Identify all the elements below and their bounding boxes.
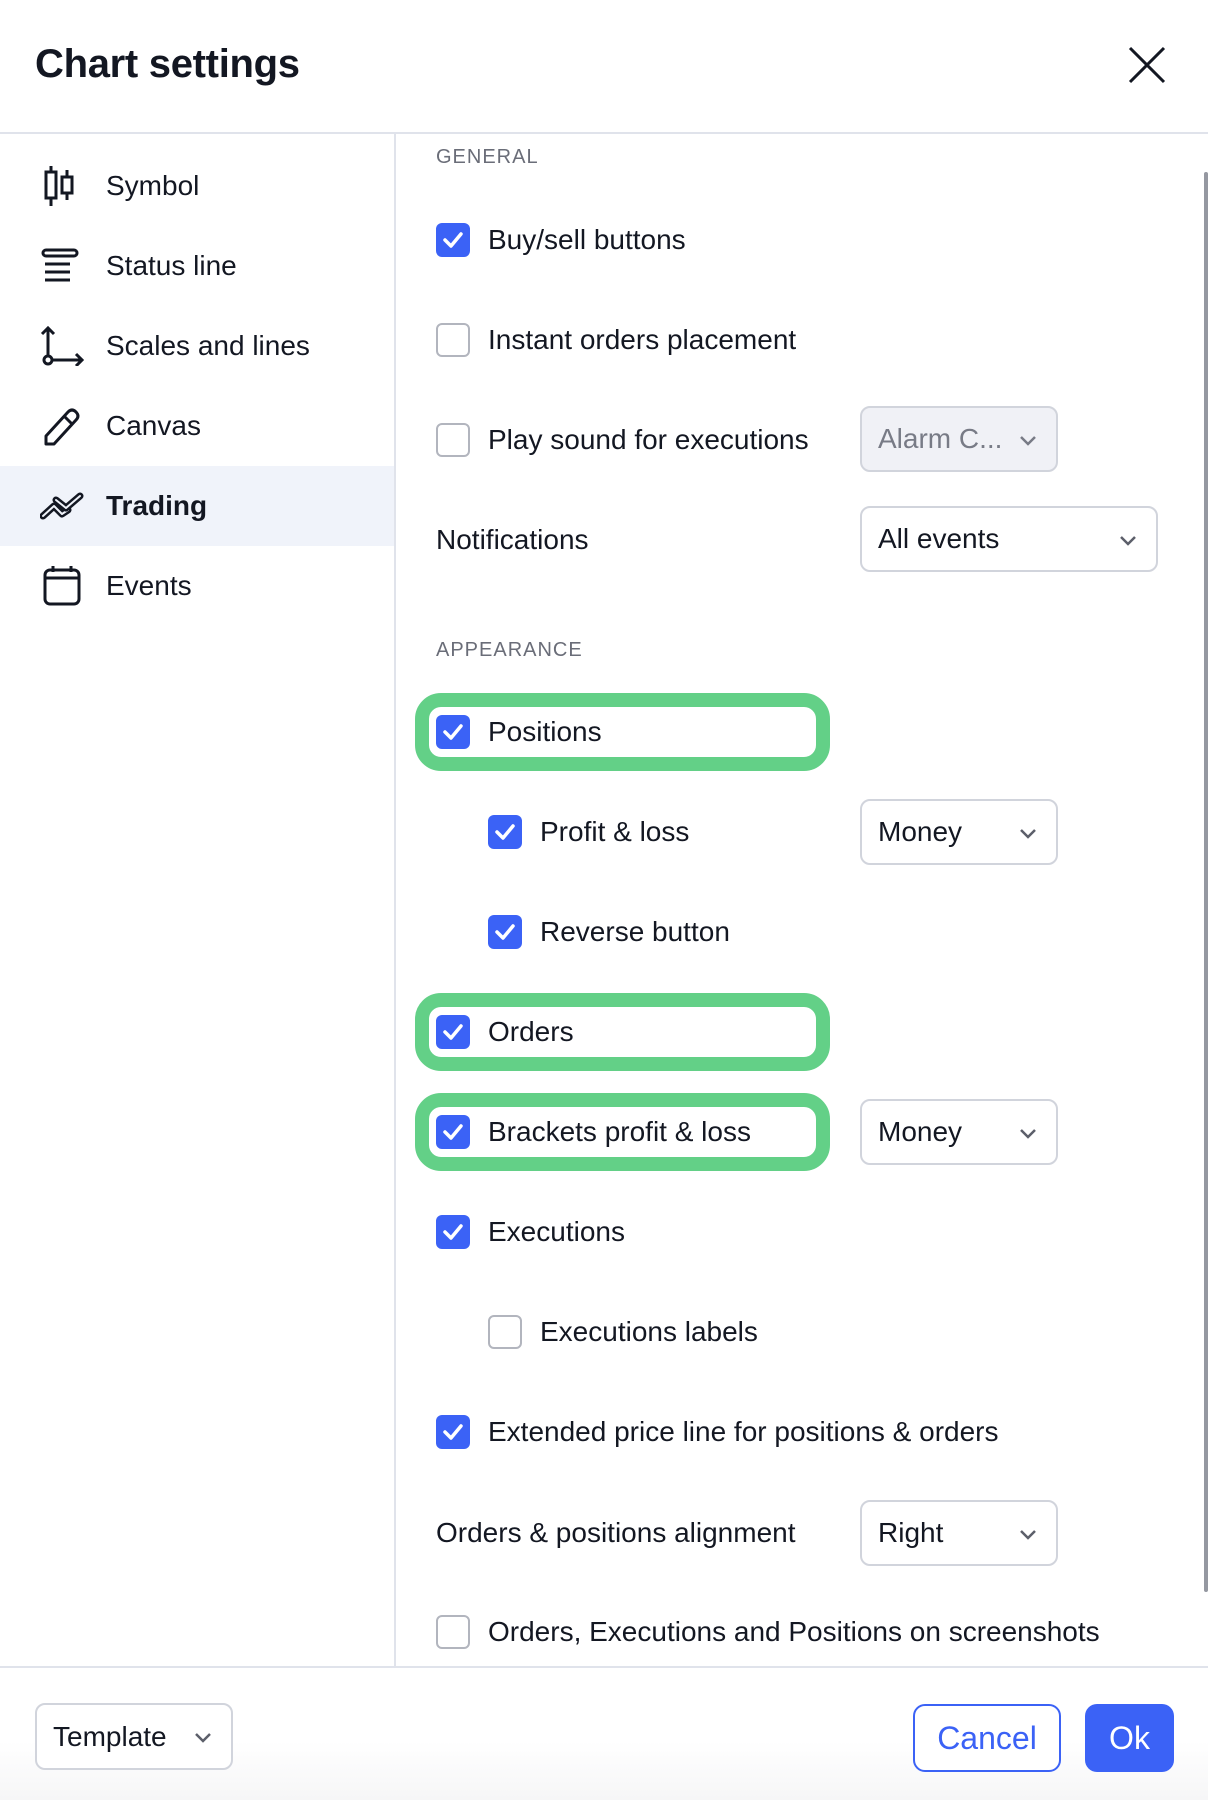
- chevron-down-icon: [1020, 436, 1036, 446]
- executions-labels-checkbox[interactable]: [488, 1315, 522, 1349]
- play-sound-checkbox[interactable]: [436, 423, 470, 457]
- sidebar-item-status-line[interactable]: Status line: [0, 226, 394, 306]
- sound-select-value: Alarm C...: [878, 423, 1003, 454]
- chevron-down-icon: [1020, 829, 1036, 839]
- alignment-select[interactable]: Right: [860, 1500, 1058, 1566]
- sidebar-item-label: Events: [106, 570, 192, 601]
- alignment-label: Orders & positions alignment: [436, 1517, 796, 1548]
- extended-price-line-option[interactable]: Extended price line for positions & orde…: [436, 1412, 999, 1452]
- brackets-pl-label: Brackets profit & loss: [488, 1116, 751, 1147]
- executions-labels-label: Executions labels: [540, 1316, 758, 1347]
- cancel-button[interactable]: Cancel: [913, 1704, 1061, 1772]
- orders-checkbox[interactable]: [436, 1015, 470, 1049]
- sidebar-item-scales-and-lines[interactable]: Scales and lines: [0, 306, 394, 386]
- screenshots-label: Orders, Executions and Positions on scre…: [488, 1616, 1100, 1647]
- candlesticks-icon: [44, 166, 74, 206]
- template-select-label: Template: [53, 1720, 167, 1752]
- notifications-select-value: All events: [878, 523, 1000, 554]
- play-sound-option[interactable]: Play sound for executions: [436, 420, 809, 460]
- orders-option[interactable]: Orders: [436, 1012, 574, 1052]
- template-select[interactable]: Template: [35, 1703, 233, 1770]
- extended-price-line-checkbox[interactable]: [436, 1415, 470, 1449]
- sidebar-item-label: Scales and lines: [106, 330, 310, 361]
- positions-label: Positions: [488, 716, 602, 747]
- instant-orders-checkbox[interactable]: [436, 323, 470, 357]
- sound-select[interactable]: Alarm C...: [860, 406, 1058, 472]
- dialog-footer: Template Cancel Ok: [0, 1666, 1208, 1800]
- reverse-button-option[interactable]: Reverse button: [488, 912, 730, 952]
- play-sound-label: Play sound for executions: [488, 424, 809, 455]
- checkmark-icon: [443, 1224, 463, 1240]
- sidebar-item-events[interactable]: Events: [0, 546, 394, 626]
- reverse-button-label: Reverse button: [540, 916, 730, 947]
- brackets-pl-select-value: Money: [878, 1116, 963, 1147]
- extended-price-line-label: Extended price line for positions & orde…: [488, 1416, 999, 1447]
- screenshots-checkbox[interactable]: [436, 1615, 470, 1649]
- profit-loss-option[interactable]: Profit & loss: [488, 812, 689, 852]
- section-heading-general: GENERAL: [436, 146, 539, 168]
- checkmark-icon: [443, 1124, 463, 1140]
- brackets-pl-select[interactable]: Money: [860, 1099, 1058, 1165]
- status-line-icon: [41, 248, 79, 282]
- instant-orders-option[interactable]: Instant orders placement: [436, 320, 796, 360]
- reverse-button-checkbox[interactable]: [488, 915, 522, 949]
- positions-checkbox[interactable]: [436, 715, 470, 749]
- sidebar-item-trading[interactable]: Trading: [0, 466, 394, 546]
- buy-sell-label: Buy/sell buttons: [488, 224, 686, 255]
- profit-loss-select[interactable]: Money: [860, 799, 1058, 865]
- checkmark-icon: [443, 1024, 463, 1040]
- close-button[interactable]: [1122, 40, 1172, 90]
- executions-option[interactable]: Executions: [436, 1212, 625, 1252]
- close-icon: [1128, 46, 1166, 84]
- sidebar-item-label: Symbol: [106, 170, 200, 201]
- sidebar-item-label: Status line: [106, 250, 237, 281]
- alignment-select-value: Right: [878, 1517, 944, 1548]
- axes-icon: [40, 326, 84, 366]
- checkmark-icon: [443, 724, 463, 740]
- sidebar-item-label: Canvas: [106, 410, 201, 441]
- profit-loss-checkbox[interactable]: [488, 815, 522, 849]
- dialog-header: Chart settings: [0, 0, 1208, 134]
- chevron-down-icon: [1120, 536, 1136, 546]
- executions-labels-option[interactable]: Executions labels: [488, 1312, 758, 1352]
- notifications-label: Notifications: [436, 524, 589, 555]
- orders-label: Orders: [488, 1016, 574, 1047]
- notifications-select[interactable]: All events: [860, 506, 1158, 572]
- chevron-down-icon: [195, 1733, 211, 1743]
- sidebar: Symbol Status line Scales and lines Canv…: [0, 134, 396, 1666]
- sidebar-item-label: Trading: [106, 490, 208, 521]
- pencil-icon: [44, 408, 80, 446]
- content-scrollbar[interactable]: [1204, 172, 1208, 1592]
- trading-icon: [40, 492, 84, 520]
- settings-content: GENERAL Buy/sell buttons Instant orders …: [396, 134, 1208, 1666]
- sidebar-item-symbol[interactable]: Symbol: [0, 146, 394, 226]
- checkmark-icon: [495, 924, 515, 940]
- calendar-icon: [43, 566, 81, 606]
- brackets-pl-checkbox[interactable]: [436, 1115, 470, 1149]
- executions-label: Executions: [488, 1216, 625, 1247]
- profit-loss-label: Profit & loss: [540, 816, 690, 847]
- dialog-title: Chart settings: [35, 42, 300, 86]
- checkmark-icon: [443, 232, 463, 248]
- chevron-down-icon: [1020, 1129, 1036, 1139]
- ok-button[interactable]: Ok: [1085, 1704, 1174, 1772]
- positions-option[interactable]: Positions: [436, 712, 602, 752]
- executions-checkbox[interactable]: [436, 1215, 470, 1249]
- buy-sell-buttons-option[interactable]: Buy/sell buttons: [436, 220, 686, 260]
- chevron-down-icon: [1020, 1530, 1036, 1540]
- sidebar-item-canvas[interactable]: Canvas: [0, 386, 394, 466]
- brackets-pl-option[interactable]: Brackets profit & loss: [436, 1112, 751, 1152]
- buy-sell-checkbox[interactable]: [436, 223, 470, 257]
- checkmark-icon: [443, 1424, 463, 1440]
- section-heading-appearance: APPEARANCE: [436, 639, 583, 661]
- instant-orders-label: Instant orders placement: [488, 324, 797, 355]
- profit-loss-select-value: Money: [878, 816, 963, 847]
- screenshots-option[interactable]: Orders, Executions and Positions on scre…: [436, 1612, 1100, 1652]
- checkmark-icon: [495, 824, 515, 840]
